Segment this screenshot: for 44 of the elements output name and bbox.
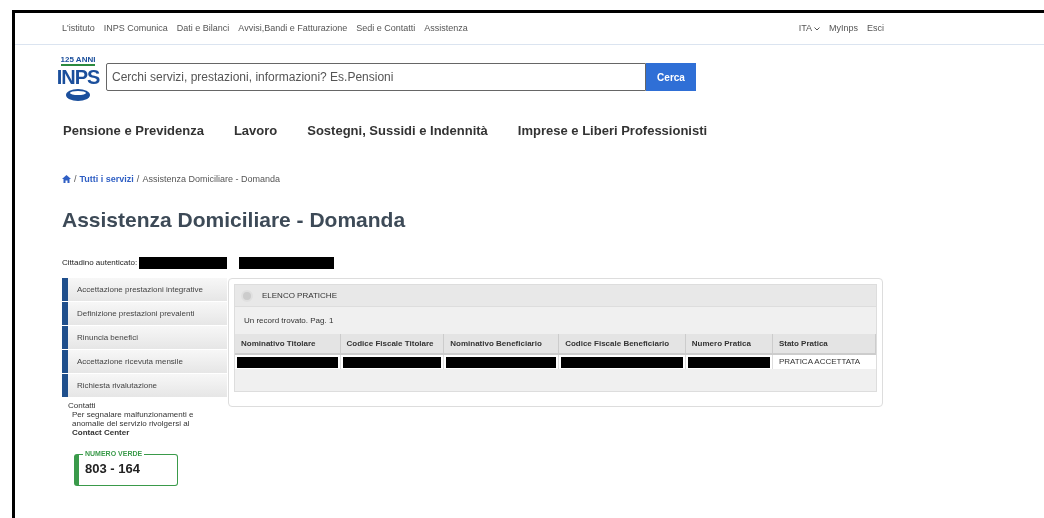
sidebar-item[interactable]: Definizione prestazioni prevalenti [62, 302, 227, 325]
breadcrumb-link[interactable]: Tutti i servizi [79, 172, 134, 186]
language-selector[interactable]: ITA [798, 21, 820, 36]
column-header: Codice Fiscale Beneficiario [558, 334, 686, 354]
panel-title: ELENCO PRATICHE [262, 289, 337, 302]
contacts-title: Contatti [68, 401, 97, 410]
main-nav-link[interactable]: Pensione e Previdenza [63, 121, 204, 141]
contacts-text: Per segnalare malfunzionamenti e anomalie del servizio rivolgersi al [71, 410, 195, 428]
top-nav-link[interactable]: Dati e Bilanci [176, 21, 230, 36]
sidebar-item[interactable]: Accettazione prestazioni integrative [62, 278, 227, 301]
table-cell: PRATICA ACCETTATA [772, 354, 876, 369]
column-header: Nominativo Titolare [235, 334, 340, 354]
column-header: Nominativo Beneficiario [443, 334, 559, 354]
breadcrumb-separator: / [136, 172, 140, 186]
search-field[interactable]: Cerchi servizi, prestazioni, informazioni? Es.Pensioni [106, 63, 646, 91]
contact-center-label: Contact Center [71, 428, 131, 437]
search-button[interactable]: Cerca [646, 63, 696, 91]
top-nav-link[interactable]: L'istituto [62, 21, 95, 36]
main-nav-link[interactable]: Sostegni, Sussidi e Indennità [307, 121, 488, 141]
sidebar-item[interactable]: Rinuncia benefici [62, 326, 227, 349]
breadcrumb-separator: / [74, 172, 77, 186]
phone-number: 803 - 164 [85, 464, 140, 473]
column-header: Stato Pratica [772, 334, 876, 354]
top-nav-link[interactable]: Avvisi,Bandi e Fatturazione [238, 21, 348, 36]
top-nav-link[interactable]: Assistenza [424, 21, 468, 36]
main-nav-link[interactable]: Imprese e Liberi Professionisti [517, 121, 708, 141]
sidebar-item[interactable]: Richiesta rivalutazione [62, 374, 227, 397]
main-nav-link[interactable]: Lavoro [233, 121, 278, 141]
chevron-down-icon [813, 26, 820, 31]
column-header: Numero Pratica [685, 334, 773, 354]
sidebar-item[interactable]: Accettazione ricevuta mensile [62, 350, 227, 373]
logo-caption: 125 ANNI [60, 55, 96, 66]
user-label: Cittadino autenticato: [62, 257, 138, 269]
top-nav-link[interactable]: INPS Comunica [103, 21, 168, 36]
top-nav-link[interactable]: Sedi e Contatti [356, 21, 416, 36]
top-nav-link[interactable]: MyInps [828, 21, 858, 36]
home-icon[interactable] [62, 175, 71, 184]
column-header: Codice Fiscale Titolare [340, 334, 444, 354]
logo-text: INPS [56, 66, 100, 88]
logo-icon [65, 88, 91, 102]
page-title: Assistenza Domiciliare - Domanda [61, 207, 407, 233]
top-nav-link[interactable]: Esci [867, 21, 884, 36]
breadcrumb-current: Assistenza Domiciliare - Domanda [142, 172, 280, 186]
record-summary: Un record trovato. Pag. 1 [243, 314, 335, 327]
